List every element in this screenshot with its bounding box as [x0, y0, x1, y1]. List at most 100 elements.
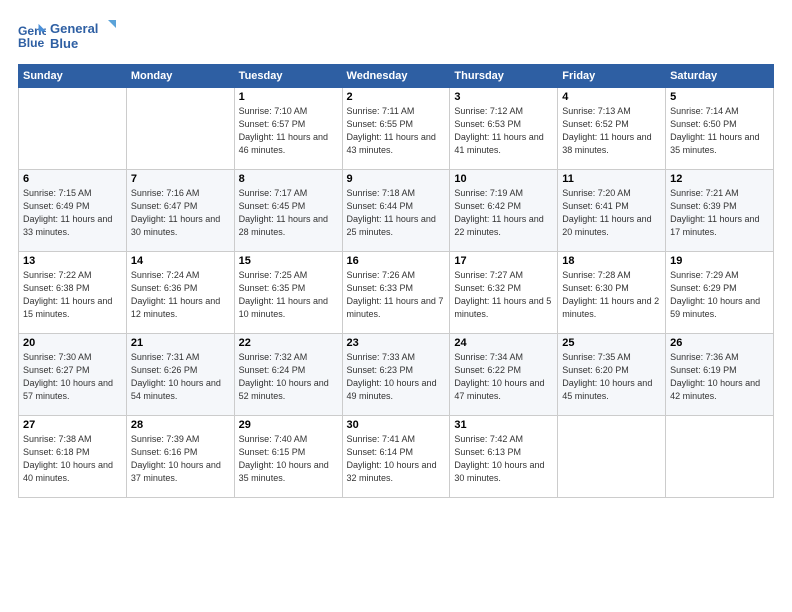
- day-number: 2: [347, 91, 446, 103]
- calendar-cell: 11 Sunrise: 7:20 AMSunset: 6:41 PMDayligh…: [558, 170, 666, 252]
- day-number: 23: [347, 337, 446, 349]
- day-number: 17: [454, 255, 553, 267]
- day-info: Sunrise: 7:10 AMSunset: 6:57 PMDaylight:…: [239, 105, 338, 157]
- calendar-page: General Blue General Blue SundayMondayTu…: [0, 0, 792, 612]
- day-info: Sunrise: 7:24 AMSunset: 6:36 PMDaylight:…: [131, 269, 230, 321]
- calendar-week-row: 20 Sunrise: 7:30 AMSunset: 6:27 PMDayligh…: [19, 334, 774, 416]
- day-info: Sunrise: 7:41 AMSunset: 6:14 PMDaylight:…: [347, 433, 446, 485]
- day-info: Sunrise: 7:15 AMSunset: 6:49 PMDaylight:…: [23, 187, 122, 239]
- calendar-cell: 24 Sunrise: 7:34 AMSunset: 6:22 PMDayligh…: [450, 334, 558, 416]
- day-info: Sunrise: 7:21 AMSunset: 6:39 PMDaylight:…: [670, 187, 769, 239]
- weekday-header: Thursday: [450, 65, 558, 88]
- calendar-week-row: 6 Sunrise: 7:15 AMSunset: 6:49 PMDaylight…: [19, 170, 774, 252]
- header: General Blue General Blue: [18, 18, 774, 54]
- day-info: Sunrise: 7:40 AMSunset: 6:15 PMDaylight:…: [239, 433, 338, 485]
- day-info: Sunrise: 7:27 AMSunset: 6:32 PMDaylight:…: [454, 269, 553, 321]
- day-info: Sunrise: 7:20 AMSunset: 6:41 PMDaylight:…: [562, 187, 661, 239]
- calendar-week-row: 1 Sunrise: 7:10 AMSunset: 6:57 PMDaylight…: [19, 88, 774, 170]
- day-info: Sunrise: 7:25 AMSunset: 6:35 PMDaylight:…: [239, 269, 338, 321]
- calendar-cell: 28 Sunrise: 7:39 AMSunset: 6:16 PMDayligh…: [126, 416, 234, 498]
- weekday-header: Saturday: [666, 65, 774, 88]
- day-number: 6: [23, 173, 122, 185]
- day-number: 25: [562, 337, 661, 349]
- day-number: 5: [670, 91, 769, 103]
- calendar-cell: 23 Sunrise: 7:33 AMSunset: 6:23 PMDayligh…: [342, 334, 450, 416]
- weekday-header: Wednesday: [342, 65, 450, 88]
- day-number: 8: [239, 173, 338, 185]
- calendar-cell: 5 Sunrise: 7:14 AMSunset: 6:50 PMDaylight…: [666, 88, 774, 170]
- calendar-cell: 12 Sunrise: 7:21 AMSunset: 6:39 PMDayligh…: [666, 170, 774, 252]
- day-number: 13: [23, 255, 122, 267]
- day-info: Sunrise: 7:22 AMSunset: 6:38 PMDaylight:…: [23, 269, 122, 321]
- calendar-cell: 14Sunrise: 7:24 AMSunset: 6:36 PMDayligh…: [126, 252, 234, 334]
- calendar-cell: 9 Sunrise: 7:18 AMSunset: 6:44 PMDaylight…: [342, 170, 450, 252]
- day-info: Sunrise: 7:14 AMSunset: 6:50 PMDaylight:…: [670, 105, 769, 157]
- calendar-table: SundayMondayTuesdayWednesdayThursdayFrid…: [18, 64, 774, 498]
- calendar-cell: 6 Sunrise: 7:15 AMSunset: 6:49 PMDaylight…: [19, 170, 127, 252]
- calendar-cell: 1 Sunrise: 7:10 AMSunset: 6:57 PMDaylight…: [234, 88, 342, 170]
- calendar-cell: [126, 88, 234, 170]
- day-number: 18: [562, 255, 661, 267]
- day-info: Sunrise: 7:38 AMSunset: 6:18 PMDaylight:…: [23, 433, 122, 485]
- calendar-cell: 3 Sunrise: 7:12 AMSunset: 6:53 PMDaylight…: [450, 88, 558, 170]
- calendar-cell: 13 Sunrise: 7:22 AMSunset: 6:38 PMDayligh…: [19, 252, 127, 334]
- calendar-cell: 7 Sunrise: 7:16 AMSunset: 6:47 PMDaylight…: [126, 170, 234, 252]
- calendar-cell: 10Sunrise: 7:19 AMSunset: 6:42 PMDayligh…: [450, 170, 558, 252]
- day-info: Sunrise: 7:29 AMSunset: 6:29 PMDaylight:…: [670, 269, 769, 321]
- day-info: Sunrise: 7:19 AMSunset: 6:42 PMDaylight:…: [454, 187, 553, 239]
- calendar-cell: 26Sunrise: 7:36 AMSunset: 6:19 PMDayligh…: [666, 334, 774, 416]
- weekday-header: Monday: [126, 65, 234, 88]
- day-number: 15: [239, 255, 338, 267]
- day-number: 12: [670, 173, 769, 185]
- svg-text:General: General: [50, 21, 98, 36]
- day-number: 24: [454, 337, 553, 349]
- calendar-cell: 4 Sunrise: 7:13 AMSunset: 6:52 PMDaylight…: [558, 88, 666, 170]
- day-info: Sunrise: 7:11 AMSunset: 6:55 PMDaylight:…: [347, 105, 446, 157]
- day-info: Sunrise: 7:32 AMSunset: 6:24 PMDaylight:…: [239, 351, 338, 403]
- day-info: Sunrise: 7:35 AMSunset: 6:20 PMDaylight:…: [562, 351, 661, 403]
- day-info: Sunrise: 7:13 AMSunset: 6:52 PMDaylight:…: [562, 105, 661, 157]
- day-number: 30: [347, 419, 446, 431]
- day-info: Sunrise: 7:28 AMSunset: 6:30 PMDaylight:…: [562, 269, 661, 321]
- day-info: Sunrise: 7:33 AMSunset: 6:23 PMDaylight:…: [347, 351, 446, 403]
- day-number: 9: [347, 173, 446, 185]
- calendar-cell: 19 Sunrise: 7:29 AMSunset: 6:29 PMDayligh…: [666, 252, 774, 334]
- calendar-cell: 16Sunrise: 7:26 AMSunset: 6:33 PMDayligh…: [342, 252, 450, 334]
- day-info: Sunrise: 7:36 AMSunset: 6:19 PMDaylight:…: [670, 351, 769, 403]
- day-number: 27: [23, 419, 122, 431]
- calendar-cell: 17 Sunrise: 7:27 AMSunset: 6:32 PMDayligh…: [450, 252, 558, 334]
- calendar-cell: 22 Sunrise: 7:32 AMSunset: 6:24 PMDayligh…: [234, 334, 342, 416]
- calendar-cell: 25 Sunrise: 7:35 AMSunset: 6:20 PMDayligh…: [558, 334, 666, 416]
- day-info: Sunrise: 7:12 AMSunset: 6:53 PMDaylight:…: [454, 105, 553, 157]
- calendar-cell: 8 Sunrise: 7:17 AMSunset: 6:45 PMDaylight…: [234, 170, 342, 252]
- day-number: 3: [454, 91, 553, 103]
- day-info: Sunrise: 7:39 AMSunset: 6:16 PMDaylight:…: [131, 433, 230, 485]
- calendar-cell: [666, 416, 774, 498]
- day-number: 20: [23, 337, 122, 349]
- calendar-cell: 20 Sunrise: 7:30 AMSunset: 6:27 PMDayligh…: [19, 334, 127, 416]
- day-number: 11: [562, 173, 661, 185]
- day-number: 19: [670, 255, 769, 267]
- day-info: Sunrise: 7:17 AMSunset: 6:45 PMDaylight:…: [239, 187, 338, 239]
- calendar-cell: 27 Sunrise: 7:38 AMSunset: 6:18 PMDayligh…: [19, 416, 127, 498]
- day-number: 1: [239, 91, 338, 103]
- day-number: 28: [131, 419, 230, 431]
- calendar-cell: 29Sunrise: 7:40 AMSunset: 6:15 PMDayligh…: [234, 416, 342, 498]
- calendar-cell: 21Sunrise: 7:31 AMSunset: 6:26 PMDayligh…: [126, 334, 234, 416]
- day-info: Sunrise: 7:18 AMSunset: 6:44 PMDaylight:…: [347, 187, 446, 239]
- day-info: Sunrise: 7:30 AMSunset: 6:27 PMDaylight:…: [23, 351, 122, 403]
- calendar-week-row: 13 Sunrise: 7:22 AMSunset: 6:38 PMDayligh…: [19, 252, 774, 334]
- day-info: Sunrise: 7:16 AMSunset: 6:47 PMDaylight:…: [131, 187, 230, 239]
- day-info: Sunrise: 7:34 AMSunset: 6:22 PMDaylight:…: [454, 351, 553, 403]
- weekday-header-row: SundayMondayTuesdayWednesdayThursdayFrid…: [19, 65, 774, 88]
- day-info: Sunrise: 7:31 AMSunset: 6:26 PMDaylight:…: [131, 351, 230, 403]
- day-info: Sunrise: 7:26 AMSunset: 6:33 PMDaylight:…: [347, 269, 446, 321]
- calendar-cell: 30 Sunrise: 7:41 AMSunset: 6:14 PMDayligh…: [342, 416, 450, 498]
- svg-text:Blue: Blue: [18, 36, 45, 50]
- calendar-cell: [558, 416, 666, 498]
- day-number: 22: [239, 337, 338, 349]
- day-number: 4: [562, 91, 661, 103]
- day-number: 7: [131, 173, 230, 185]
- logo-icon: General Blue: [18, 22, 46, 50]
- calendar-cell: 31Sunrise: 7:42 AMSunset: 6:13 PMDayligh…: [450, 416, 558, 498]
